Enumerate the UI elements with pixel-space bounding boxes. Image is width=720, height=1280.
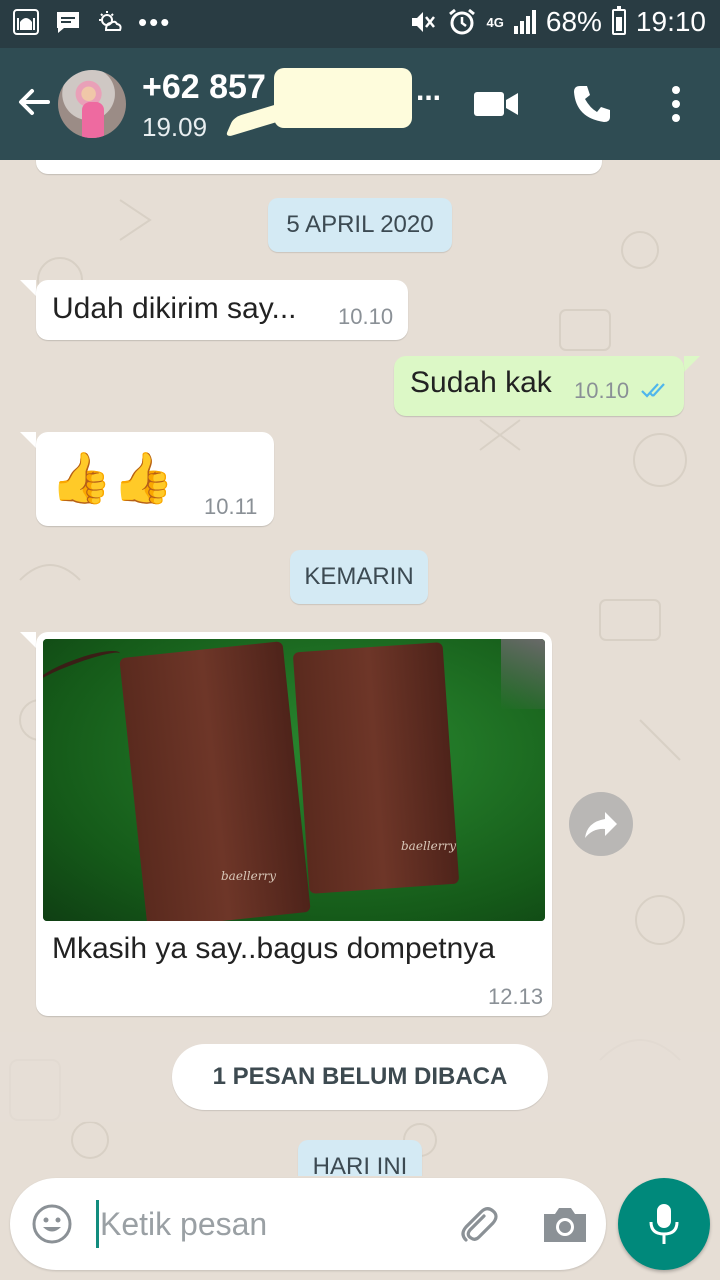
camera-icon[interactable] (540, 1202, 590, 1248)
read-ticks-icon (641, 383, 665, 398)
back-arrow-icon[interactable] (14, 82, 54, 122)
message-time: 10.10 (338, 304, 394, 329)
previous-message-bubble[interactable] (36, 160, 602, 174)
image-caption: Mkasih ya say..bagus dompetnya (52, 932, 496, 965)
battery-percent: 68% (545, 6, 602, 37)
text-caret (96, 1200, 99, 1248)
message-text: Sudah kak (410, 366, 552, 399)
wallet-brand-left: baellerry (221, 869, 276, 883)
date-separator: 5 APRIL 2020 (268, 198, 452, 252)
wallet-right (292, 642, 460, 894)
redaction-box (274, 68, 412, 128)
emoji-icon[interactable] (30, 1202, 74, 1246)
more-options-icon[interactable] (668, 84, 684, 124)
avatar[interactable] (58, 70, 126, 138)
message-input[interactable] (100, 1202, 430, 1246)
incoming-message[interactable]: 👍👍 10.11 (36, 432, 274, 526)
message-text: Udah dikirim say... (52, 292, 297, 325)
phone-call-icon[interactable] (570, 82, 614, 126)
chat-area[interactable]: 5 APRIL 2020 Udah dikirim say... 10.10 S… (0, 160, 720, 1176)
message-time: 10.11 (204, 494, 258, 519)
clock: 19:10 (635, 6, 706, 37)
contact-name-ellipsis: ... (416, 74, 442, 107)
attach-icon[interactable] (454, 1202, 500, 1248)
status-bar: ••• 4G 68% 19:10 (0, 0, 720, 48)
signal-icon (513, 10, 536, 34)
video-call-icon[interactable] (472, 88, 520, 120)
date-separator-today: HARI INI (298, 1140, 422, 1176)
last-seen: 19.09 (142, 112, 208, 142)
message-icon (57, 12, 79, 33)
composer-bar (0, 1176, 720, 1280)
contact-name[interactable]: +62 857 (142, 68, 266, 107)
network-type: 4G (486, 14, 504, 30)
chat-header: +62 857 ... 19.09 (0, 48, 720, 160)
message-time: 12.13 (488, 984, 544, 1009)
unread-messages-banner: 1 PESAN BELUM DIBACA (172, 1044, 548, 1110)
bubble-tail (684, 356, 700, 372)
thumbs-up-emoji: 👍👍 (50, 450, 175, 506)
forward-icon (585, 812, 617, 838)
mosque-icon (13, 9, 39, 35)
wallet-brand-right: baellerry (401, 839, 456, 853)
wallet-left (119, 641, 311, 921)
message-time: 10.10 (574, 378, 630, 403)
alarm-icon (448, 8, 475, 35)
wallet-photo[interactable]: baellerry baellerry (43, 639, 545, 921)
incoming-message[interactable]: Udah dikirim say... 10.10 (36, 280, 408, 340)
status-more: ••• (138, 7, 172, 37)
bubble-tail (20, 280, 36, 296)
bubble-tail (20, 632, 36, 648)
status-left-icons: ••• (12, 8, 171, 36)
bubble-tail (20, 432, 36, 448)
voice-message-button[interactable] (618, 1178, 710, 1270)
message-composer[interactable] (10, 1178, 606, 1270)
date-separator: KEMARIN (290, 550, 428, 604)
status-right: 4G 68% 19:10 (409, 6, 706, 38)
mute-icon (411, 12, 435, 32)
forward-button[interactable] (569, 792, 633, 856)
battery-icon (611, 6, 626, 35)
weather-icon (99, 11, 122, 31)
microphone-icon (649, 1204, 679, 1244)
